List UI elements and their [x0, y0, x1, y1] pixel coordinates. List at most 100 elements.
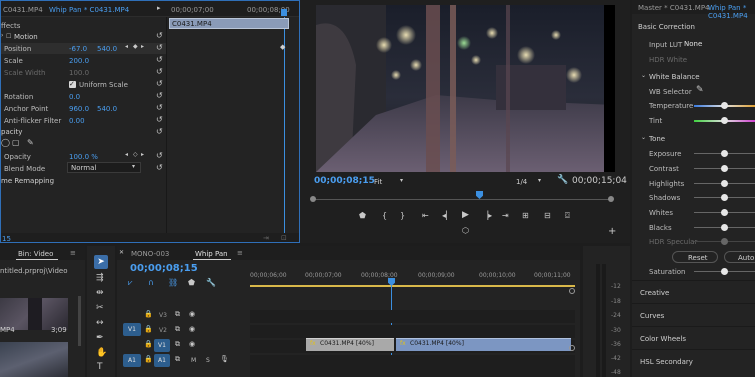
overwrite-icon[interactable]: ⊟: [544, 212, 551, 220]
v3-eye-icon[interactable]: ◉: [189, 311, 195, 318]
anchor-point-x-value[interactable]: 960.0: [69, 105, 89, 113]
white-balance-chevron-icon[interactable]: ⌄: [641, 73, 646, 79]
v2-lock-icon[interactable]: 🔒: [144, 326, 153, 333]
scrub-start-handle[interactable]: [310, 196, 316, 202]
fit-dropdown[interactable]: Fit: [374, 178, 382, 186]
position-y-value[interactable]: 540.0: [97, 45, 117, 53]
mark-in-icon[interactable]: {: [382, 212, 387, 220]
position-reset-icon[interactable]: ↺: [156, 44, 163, 52]
rectangle-mask-icon[interactable]: ▢: [12, 139, 20, 147]
temperature-slider-thumb[interactable]: [721, 102, 728, 109]
timeline-timecode[interactable]: 00;00;08;15: [130, 263, 198, 274]
v1-eye-icon[interactable]: ◉: [189, 341, 195, 348]
track-select-tool-icon[interactable]: ⇶: [96, 274, 104, 283]
export-frame-icon[interactable]: ⌼: [565, 212, 570, 220]
opacity-section-reset-icon[interactable]: ↺: [156, 128, 163, 136]
ripple-edit-tool-icon[interactable]: ⇹: [96, 289, 104, 298]
basic-correction-heading[interactable]: Basic Correction: [638, 23, 695, 31]
hand-tool-icon[interactable]: ✋: [96, 349, 107, 358]
eyedropper-icon[interactable]: ✎: [696, 86, 704, 95]
tab-sequence-clip[interactable]: Whip Pan * C0431.MP4: [49, 6, 129, 14]
slip-tool-icon[interactable]: ↔: [96, 319, 104, 328]
v3-lock-icon[interactable]: 🔒: [144, 311, 153, 318]
rotation-reset-icon[interactable]: ↺: [156, 92, 163, 100]
play-icon[interactable]: ▶: [462, 211, 469, 220]
opacity-reset-icon[interactable]: ↺: [156, 152, 163, 160]
mark-out-icon[interactable]: }: [400, 212, 405, 220]
input-lut-value[interactable]: None: [684, 40, 702, 48]
ec-export-icon[interactable]: ⊡: [281, 235, 287, 242]
tab-source-clip[interactable]: C0431.MP4: [3, 6, 43, 14]
bin-panel-menu-icon[interactable]: ≡: [70, 249, 76, 257]
timeline-v-scroll-handle-top[interactable]: [569, 288, 575, 294]
type-tool-icon[interactable]: T: [97, 363, 103, 372]
creative-section[interactable]: Creative: [640, 289, 669, 297]
linked-selection-icon[interactable]: ⛓: [168, 279, 178, 287]
program-scrub-track[interactable]: [312, 199, 612, 200]
timeline-tab-whip-pan[interactable]: Whip Pan: [195, 250, 228, 258]
add-marker-timeline-icon[interactable]: ⬟: [188, 279, 195, 287]
prev-keyframe-icon[interactable]: ◂: [125, 44, 128, 50]
opacity-value[interactable]: 100.0 %: [69, 153, 98, 161]
selection-tool-icon[interactable]: ➤: [94, 255, 108, 269]
work-area-bar[interactable]: [250, 285, 575, 287]
a1-sync-icon[interactable]: ⧉: [175, 356, 180, 363]
anti-flicker-value[interactable]: 0.00: [69, 117, 85, 125]
blacks-slider-thumb[interactable]: [721, 224, 728, 231]
v3-sync-icon[interactable]: ⧉: [175, 311, 180, 318]
shadows-slider-thumb[interactable]: [721, 194, 728, 201]
timeline-v-scroll-handle-bottom[interactable]: [569, 345, 575, 351]
bin-clip-thumbnail-2[interactable]: [0, 342, 68, 377]
track-lane-v3[interactable]: [250, 310, 575, 323]
contrast-slider-thumb[interactable]: [721, 165, 728, 172]
scrub-end-handle[interactable]: [608, 196, 614, 202]
play-only-icon[interactable]: ▸: [157, 5, 161, 12]
vr-mode-icon[interactable]: ⬡: [462, 227, 469, 235]
v1-lock-icon[interactable]: 🔒: [144, 341, 153, 348]
ec-playhead-marker[interactable]: [281, 9, 287, 16]
lumetri-master-tab[interactable]: Master * C0431.MP4: [638, 4, 710, 12]
motion-reset-icon[interactable]: ↺: [156, 32, 163, 40]
resolution-dropdown[interactable]: 1/4: [516, 178, 527, 186]
anchor-point-reset-icon[interactable]: ↺: [156, 104, 163, 112]
nest-icon[interactable]: ⩗: [128, 279, 133, 287]
bin-scrollbar[interactable]: [78, 296, 81, 346]
v1-sync-icon[interactable]: ⧉: [175, 341, 180, 348]
v2-eye-icon[interactable]: ◉: [189, 326, 195, 333]
scale-value[interactable]: 200.0: [69, 57, 89, 65]
a1-solo-button[interactable]: S: [206, 357, 210, 364]
color-wheels-section[interactable]: Color Wheels: [640, 335, 686, 343]
track-lane-v2[interactable]: [250, 325, 575, 338]
lumetri-sequence-tab[interactable]: Whip Pan * C0431.MP4: [708, 4, 755, 20]
bin-tab[interactable]: Bin: Video: [18, 250, 53, 258]
pen-tool-icon[interactable]: ✒: [96, 334, 104, 343]
wrench-icon[interactable]: 🔧: [557, 176, 568, 185]
step-forward-icon[interactable]: ▕▸: [482, 212, 492, 220]
track-lane-a1[interactable]: [250, 355, 575, 377]
rotation-value[interactable]: 0.0: [69, 93, 80, 101]
go-to-out-icon[interactable]: ⇥: [502, 212, 509, 220]
opacity-next-keyframe-icon[interactable]: ▸: [141, 152, 144, 158]
add-marker-icon[interactable]: ⬟: [359, 212, 366, 220]
razor-tool-icon[interactable]: ✂: [96, 304, 104, 313]
tone-chevron-icon[interactable]: ⌄: [641, 135, 646, 141]
go-to-in-icon[interactable]: ⇤: [422, 212, 429, 220]
a1-lock-icon[interactable]: 🔒: [144, 356, 153, 363]
anchor-point-y-value[interactable]: 540.0: [97, 105, 117, 113]
timeline-settings-icon[interactable]: 🔧: [206, 279, 216, 287]
next-keyframe-icon[interactable]: ▸: [141, 44, 144, 50]
ec-keyframe-diamond-icon[interactable]: ◆: [280, 44, 285, 51]
pen-mask-icon[interactable]: ✎: [27, 139, 34, 147]
close-tab-icon[interactable]: ✕: [119, 250, 124, 256]
uniform-scale-reset-icon[interactable]: ↺: [156, 80, 163, 88]
position-x-value[interactable]: -67.0: [69, 45, 87, 53]
ec-filter-icon[interactable]: ⇥: [263, 235, 269, 242]
timeline-tab-mono[interactable]: MONO-003: [131, 250, 169, 258]
snap-icon[interactable]: ∩: [148, 279, 154, 287]
a1-microphone-icon[interactable]: 🎙: [220, 356, 229, 363]
scale-reset-icon[interactable]: ↺: [156, 56, 163, 64]
program-current-timecode[interactable]: 00;00;08;15: [314, 176, 375, 186]
exposure-slider-thumb[interactable]: [721, 150, 728, 157]
opacity-add-keyframe-icon[interactable]: ◇: [133, 152, 138, 158]
tint-slider-thumb[interactable]: [721, 117, 728, 124]
